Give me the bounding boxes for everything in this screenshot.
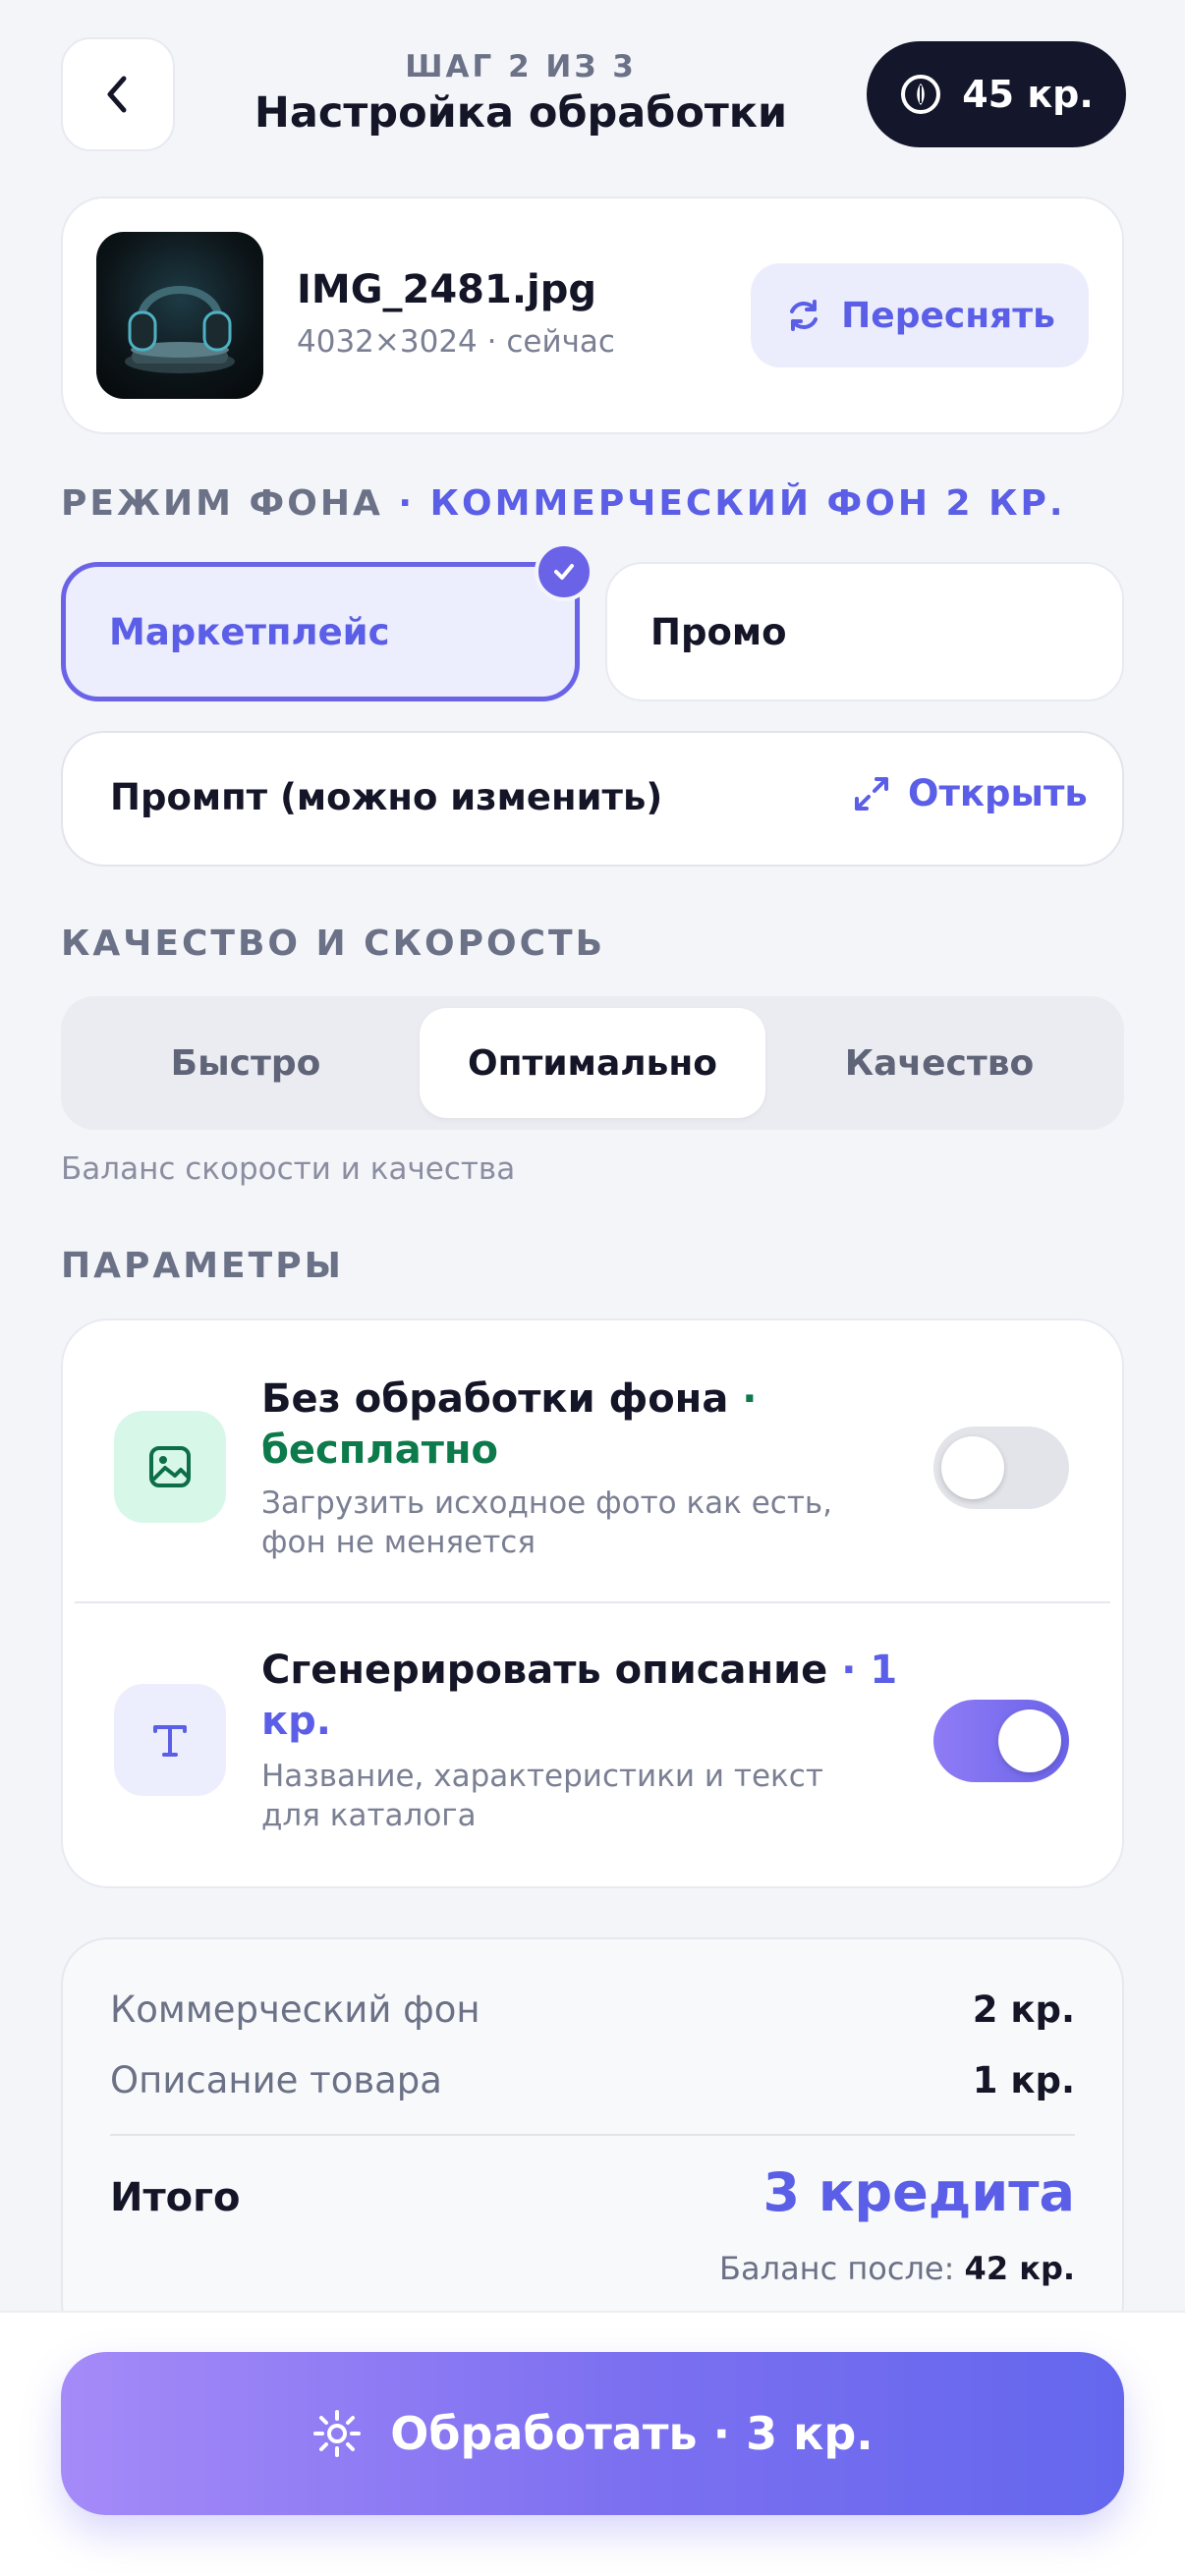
param-no-bg-title: Без обработки фона · бесплатно	[261, 1376, 758, 1473]
description-toggle[interactable]	[933, 1700, 1069, 1782]
quality-option-fast[interactable]: Быстро	[73, 1008, 419, 1118]
summary-divider	[110, 2134, 1075, 2136]
balance-after: Баланс после: 42 кр.	[719, 2250, 1075, 2287]
toggle-knob	[941, 1436, 1004, 1499]
coin-icon	[901, 75, 941, 114]
refresh-icon	[790, 300, 818, 331]
back-button[interactable]	[61, 37, 175, 151]
param-description-desc: Название, характеристики и текст для кат…	[261, 1759, 823, 1833]
credits-balance: 45 кр.	[962, 73, 1094, 116]
total-value: 3 кредита	[762, 2161, 1076, 2223]
summary-row-value: 1 кр.	[972, 2059, 1075, 2101]
params-heading: ПАРАМЕТРЫ	[61, 1246, 344, 1286]
text-icon	[114, 1684, 226, 1796]
sparkle-icon	[313, 2410, 362, 2457]
toggle-knob	[998, 1709, 1061, 1772]
quality-option-optimal[interactable]: Оптимально	[420, 1008, 765, 1118]
process-button[interactable]: Обработать · 3 кр.	[61, 2352, 1124, 2515]
step-indicator: ШАГ 2 ИЗ 3	[405, 49, 637, 84]
credits-badge[interactable]: 45 кр.	[867, 41, 1126, 147]
param-description-title: Сгенерировать описание · 1 кр.	[261, 1648, 898, 1744]
expand-icon	[855, 776, 888, 811]
page-title: Настройка обработки	[254, 88, 788, 138]
mode-option-promo[interactable]: Промо	[605, 562, 1124, 701]
file-meta: 4032×3024 · сейчас	[297, 324, 615, 360]
total-label: Итого	[110, 2175, 241, 2220]
balance-after-value: 42 кр.	[964, 2250, 1075, 2287]
summary-row-label: Описание товара	[110, 2059, 442, 2101]
open-prompt-link[interactable]: Открыть	[851, 772, 1088, 814]
background-mode-heading: РЕЖИМ ФОНА · КОММЕРЧЕСКИЙ ФОН 2 КР.	[61, 483, 1066, 524]
file-name: IMG_2481.jpg	[297, 267, 597, 312]
mode-option-marketplace[interactable]: Маркетплейс	[61, 562, 580, 701]
background-mode-cost: · КОММЕРЧЕСКИЙ ФОН 2 КР.	[398, 483, 1066, 524]
quality-heading: КАЧЕСТВО И СКОРОСТЬ	[61, 924, 606, 964]
param-no-bg-desc: Загрузить исходное фото как есть, фон не…	[261, 1485, 833, 1560]
reshoot-label: Переснять	[841, 295, 1055, 336]
reshoot-button[interactable]: Переснять	[751, 263, 1089, 367]
selected-check-icon	[535, 542, 593, 601]
no-bg-toggle[interactable]	[933, 1427, 1069, 1509]
quality-option-quality[interactable]: Качество	[766, 1008, 1112, 1118]
params-divider	[75, 1601, 1110, 1603]
prompt-label: Промпт (можно изменить)	[110, 776, 663, 818]
photo-thumbnail[interactable]	[96, 232, 263, 399]
summary-row-value: 2 кр.	[972, 1988, 1075, 2031]
image-icon	[114, 1411, 226, 1523]
headphones-image	[125, 286, 235, 373]
process-button-label: Обработать · 3 кр.	[390, 2407, 874, 2460]
quality-hint: Баланс скорости и качества	[61, 1151, 516, 1187]
summary-row-label: Коммерческий фон	[110, 1988, 480, 2031]
chevron-left-icon	[107, 76, 127, 113]
